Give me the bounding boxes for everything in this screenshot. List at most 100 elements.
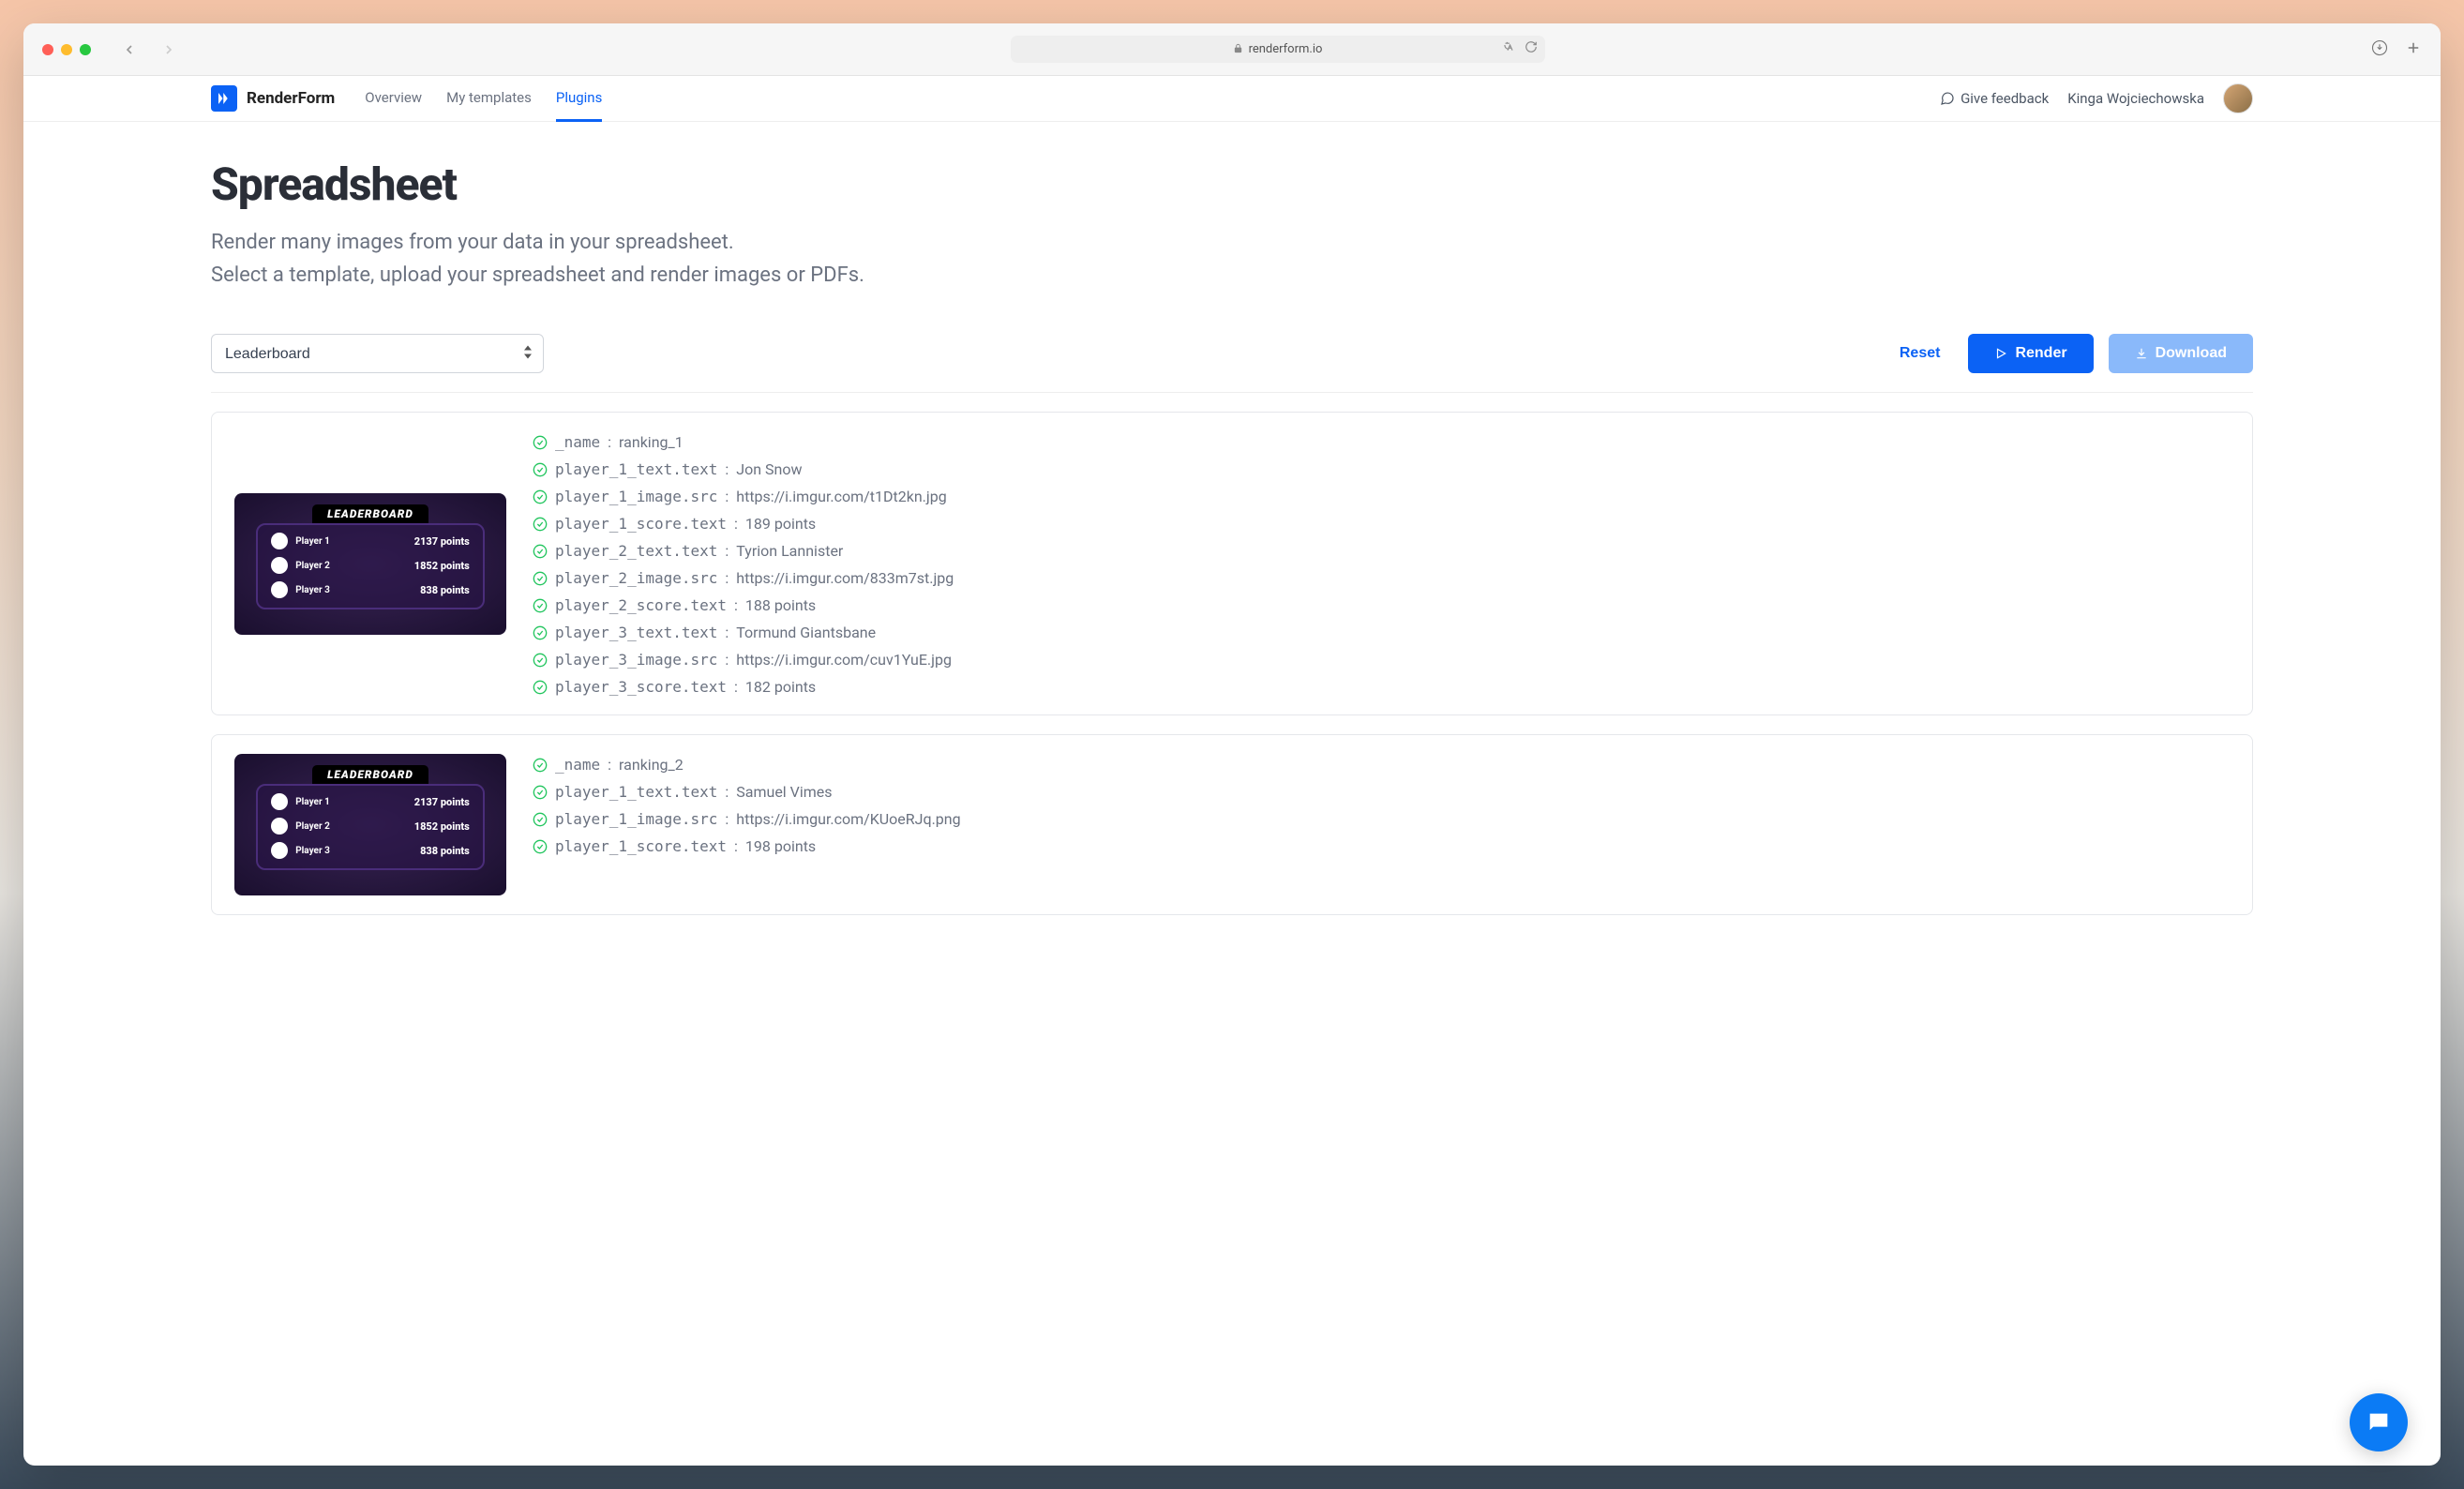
give-feedback[interactable]: Give feedback	[1940, 90, 2049, 107]
field-value: https://i.imgur.com/833m7st.jpg	[736, 569, 954, 587]
url-bar[interactable]: renderform.io	[1011, 36, 1545, 63]
field-key: player_2_text.text	[555, 542, 717, 560]
nav-plugins[interactable]: Plugins	[556, 76, 602, 122]
app-nav: RenderForm Overview My templates Plugins…	[23, 76, 2441, 122]
render-button[interactable]: Render	[1968, 334, 2093, 373]
preview-row: Player 3 838 points	[271, 842, 470, 859]
preview-row: Player 2 1852 points	[271, 557, 470, 574]
preview-row: Player 1 2137 points	[271, 533, 470, 549]
check-icon	[533, 625, 548, 640]
preview-player-score: 1852 points	[414, 560, 470, 572]
avatar[interactable]	[2223, 83, 2253, 113]
field-value: Jon Snow	[736, 460, 802, 478]
translate-icon[interactable]	[1503, 40, 1517, 58]
refresh-icon[interactable]	[1525, 40, 1538, 58]
preview-player-name: Player 2	[295, 561, 330, 571]
field-value: Tyrion Lannister	[736, 542, 843, 560]
field-key: player_1_image.src	[555, 488, 717, 505]
check-icon	[533, 435, 548, 450]
field-key: _name	[555, 756, 600, 774]
field-key: player_3_image.src	[555, 651, 717, 669]
check-icon	[533, 812, 548, 827]
preview-avatar	[271, 818, 288, 835]
field-value: 198 points	[745, 837, 816, 855]
field-value: ranking_1	[619, 433, 684, 451]
titlebar: renderform.io	[23, 23, 2441, 76]
preview-body: Player 1 2137 points Player 2 1852 point…	[256, 784, 485, 870]
reset-button[interactable]: Reset	[1886, 345, 1954, 362]
traffic-lights	[42, 44, 91, 55]
field-key: player_1_image.src	[555, 810, 717, 828]
preview-title: LEADERBOARD	[312, 504, 428, 523]
template-preview: LEADERBOARD Player 1 2137 points Player …	[234, 754, 506, 895]
nav-links: Overview My templates Plugins	[365, 76, 602, 122]
forward-button[interactable]	[154, 38, 184, 61]
field-key: _name	[555, 433, 600, 451]
play-icon	[1994, 347, 2007, 360]
preview-row: Player 1 2137 points	[271, 793, 470, 810]
preview-row: Player 2 1852 points	[271, 818, 470, 835]
preview-player-name: Player 1	[295, 797, 330, 807]
check-icon	[533, 680, 548, 695]
field-key: player_2_image.src	[555, 569, 717, 587]
check-icon	[533, 598, 548, 613]
window-close[interactable]	[42, 44, 53, 55]
field-value: 189 points	[745, 515, 816, 533]
field-row: _name : ranking_2	[533, 756, 2230, 774]
lock-icon	[1233, 43, 1243, 56]
preview-player-score: 2137 points	[414, 796, 470, 808]
chat-fab[interactable]	[2350, 1393, 2408, 1451]
download-button[interactable]: Download	[2109, 334, 2253, 373]
field-row: player_2_image.src : https://i.imgur.com…	[533, 569, 2230, 587]
field-value: Tormund Giantsbane	[736, 624, 876, 641]
field-value: https://i.imgur.com/t1Dt2kn.jpg	[736, 488, 946, 505]
window-minimize[interactable]	[61, 44, 72, 55]
field-row: player_2_text.text : Tyrion Lannister	[533, 542, 2230, 560]
template-select[interactable]: Leaderboard	[211, 334, 544, 373]
check-icon	[533, 758, 548, 773]
preview-avatar	[271, 581, 288, 598]
field-list: _name : ranking_2 player_1_text.text : S…	[533, 754, 2230, 895]
preview-player-name: Player 3	[295, 846, 330, 856]
preview-row: Player 3 838 points	[271, 581, 470, 598]
preview-avatar	[271, 557, 288, 574]
field-row: player_1_image.src : https://i.imgur.com…	[533, 810, 2230, 828]
check-icon	[533, 653, 548, 668]
field-value: ranking_2	[619, 756, 684, 774]
check-icon	[533, 785, 548, 800]
downloads-icon[interactable]	[2371, 39, 2388, 60]
check-icon	[533, 462, 548, 477]
preview-title: LEADERBOARD	[312, 765, 428, 784]
username[interactable]: Kinga Wojciechowska	[2067, 90, 2204, 107]
brand[interactable]: RenderForm	[211, 85, 335, 112]
nav-my-templates[interactable]: My templates	[446, 76, 532, 122]
preview-player-score: 1852 points	[414, 820, 470, 833]
field-value: 188 points	[745, 596, 816, 614]
brand-icon	[211, 85, 237, 112]
field-key: player_2_score.text	[555, 596, 727, 614]
window-maximize[interactable]	[80, 44, 91, 55]
brand-name: RenderForm	[247, 89, 335, 108]
template-preview: LEADERBOARD Player 1 2137 points Player …	[234, 431, 506, 696]
preview-avatar	[271, 793, 288, 810]
field-key: player_3_score.text	[555, 678, 727, 696]
field-value: https://i.imgur.com/KUoeRJq.png	[736, 810, 960, 828]
browser-window: renderform.io RenderForm	[23, 23, 2441, 1466]
field-row: _name : ranking_1	[533, 433, 2230, 451]
preview-player-name: Player 3	[295, 585, 330, 595]
preview-player-name: Player 2	[295, 821, 330, 832]
preview-player-score: 838 points	[420, 845, 470, 857]
preview-player-name: Player 1	[295, 536, 330, 547]
nav-overview[interactable]: Overview	[365, 76, 422, 122]
render-card: LEADERBOARD Player 1 2137 points Player …	[211, 412, 2253, 715]
chat-icon	[1940, 91, 1955, 106]
new-tab-icon[interactable]	[2405, 39, 2422, 60]
check-icon	[533, 839, 548, 854]
field-value: Samuel Vimes	[736, 783, 832, 801]
field-row: player_1_text.text : Samuel Vimes	[533, 783, 2230, 801]
page-title: Spreadsheet	[211, 158, 2253, 211]
download-icon	[2135, 347, 2148, 360]
check-icon	[533, 489, 548, 504]
back-button[interactable]	[114, 38, 144, 61]
field-key: player_3_text.text	[555, 624, 717, 641]
